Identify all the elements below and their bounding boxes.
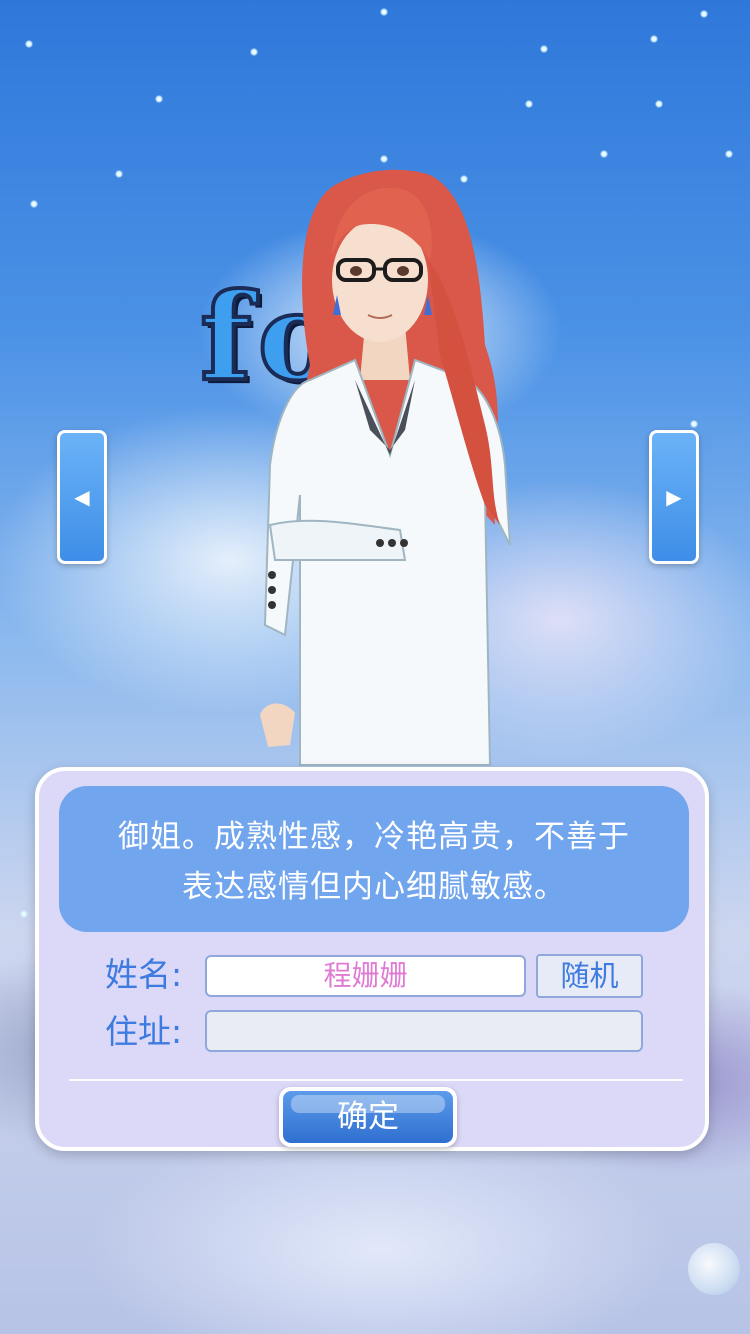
character-description: 御姐。成熟性感，冷艳高贵，不善于 表达感情但内心细腻敏感。: [59, 786, 689, 932]
star: [700, 10, 708, 18]
confirm-button[interactable]: 确定: [279, 1087, 457, 1147]
name-input[interactable]: 程姗姗: [205, 955, 526, 997]
address-input[interactable]: [205, 1010, 643, 1052]
character-illustration: [260, 169, 511, 766]
star: [250, 48, 258, 56]
star: [600, 150, 608, 158]
star: [525, 100, 533, 108]
description-line: 御姐。成熟性感，冷艳高贵，不善于: [118, 819, 630, 855]
character-info-panel: 御姐。成熟性感，冷艳高贵，不善于 表达感情但内心细腻敏感。 姓名: 程姗姗 随机…: [35, 767, 709, 1151]
star: [380, 8, 388, 16]
star: [690, 420, 698, 428]
triangle-left-icon: ◀: [74, 485, 90, 509]
star: [155, 95, 163, 103]
confirm-button-label: 确定: [337, 1099, 399, 1135]
star: [380, 155, 388, 163]
description-line: 表达感情但内心细腻敏感。: [182, 869, 566, 905]
divider: [69, 1079, 683, 1081]
star: [655, 100, 663, 108]
star: [30, 200, 38, 208]
previous-character-button[interactable]: ◀: [57, 430, 107, 564]
name-label: 姓名:: [105, 955, 183, 994]
star: [25, 40, 33, 48]
star: [20, 910, 28, 918]
next-character-button[interactable]: ▶: [649, 430, 699, 564]
star: [115, 170, 123, 178]
address-label: 住址:: [105, 1012, 183, 1051]
triangle-right-icon: ▶: [666, 485, 682, 509]
star: [725, 150, 733, 158]
random-name-button[interactable]: 随机: [536, 954, 643, 998]
star: [650, 35, 658, 43]
floating-bubble: [688, 1243, 740, 1295]
star: [540, 45, 548, 53]
